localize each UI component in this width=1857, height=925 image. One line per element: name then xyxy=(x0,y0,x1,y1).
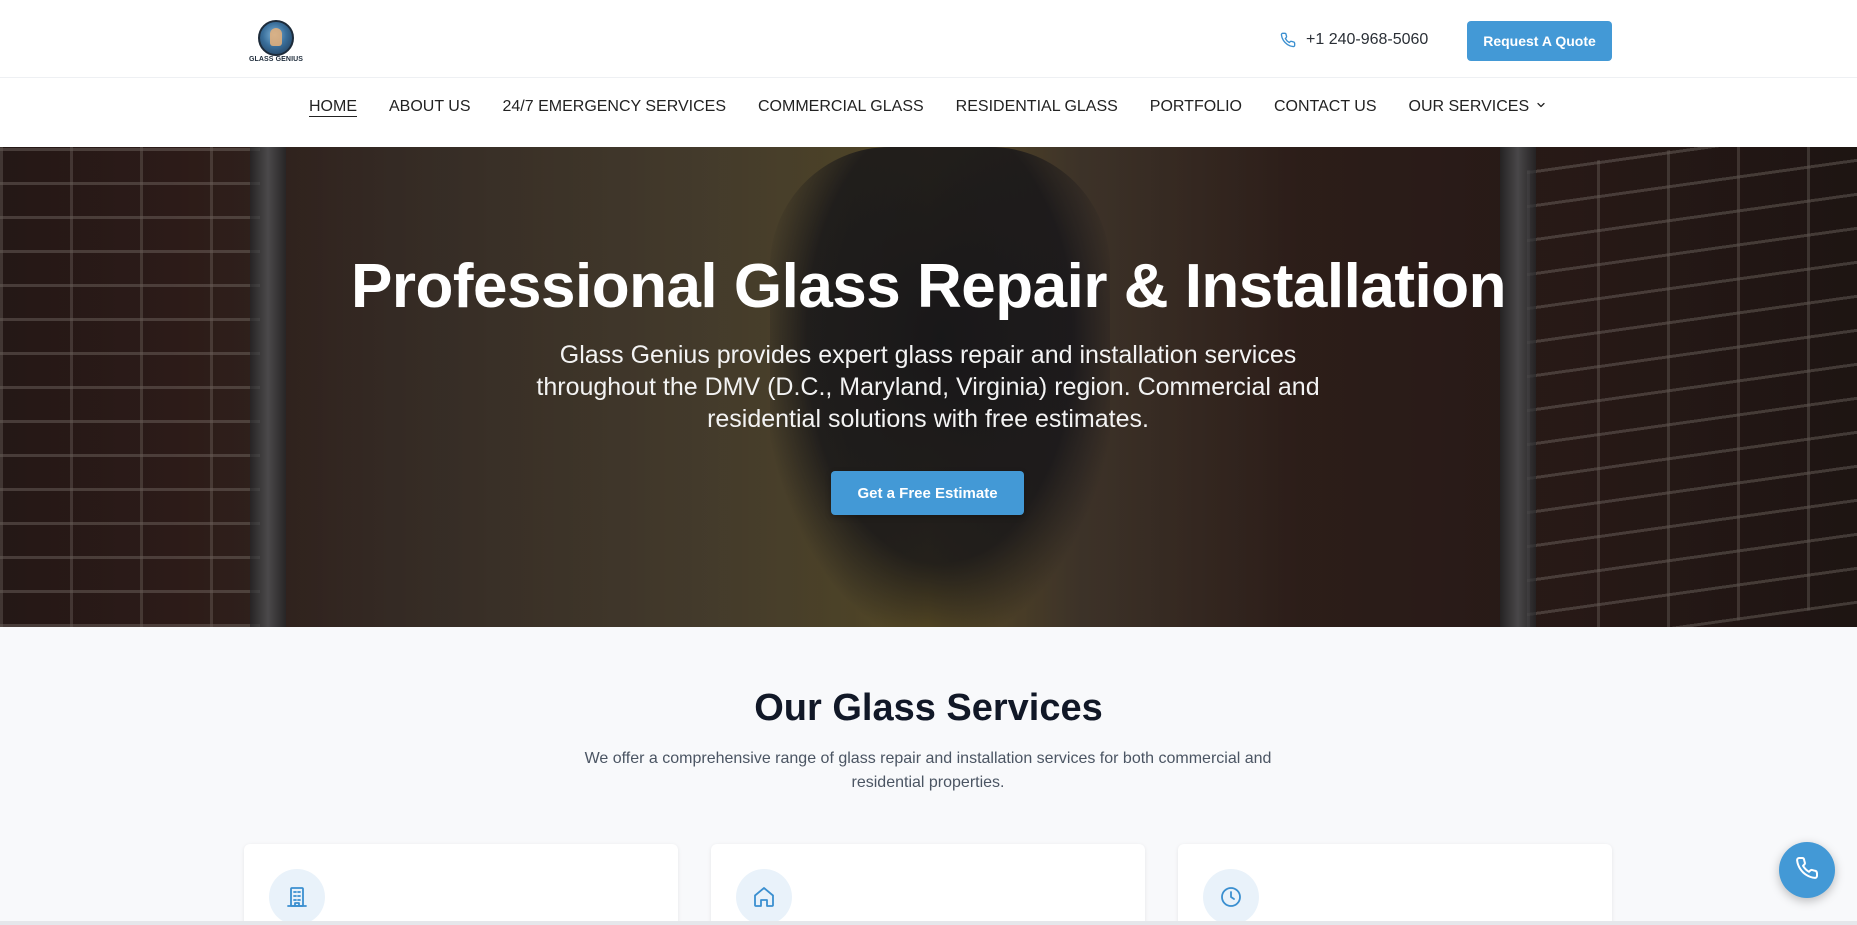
phone-number: +1 240-968-5060 xyxy=(1306,31,1429,48)
nav-item-contact-us[interactable]: CONTACT US xyxy=(1274,92,1377,122)
nav-item-emergency-services[interactable]: 24/7 EMERGENCY SERVICES xyxy=(503,92,727,122)
hero-section: Professional Glass Repair & Installation… xyxy=(0,147,1857,627)
nav-item-home[interactable]: HOME xyxy=(309,92,357,122)
service-card-emergency[interactable] xyxy=(1178,844,1612,925)
request-quote-button[interactable]: Request A Quote xyxy=(1467,21,1612,61)
logo[interactable]: GLASS GENIUS xyxy=(248,18,304,66)
clock-icon xyxy=(1203,869,1259,925)
logo-text: GLASS GENIUS xyxy=(248,56,304,63)
logo-emblem xyxy=(258,20,294,56)
floating-call-button[interactable] xyxy=(1779,842,1835,898)
hero-title: Professional Glass Repair & Installation xyxy=(351,252,1506,321)
nav-item-portfolio[interactable]: PORTFOLIO xyxy=(1150,92,1242,122)
services-subtitle: We offer a comprehensive range of glass … xyxy=(584,750,1272,791)
page-bottom-border xyxy=(0,921,1857,925)
top-bar: GLASS GENIUS +1 240-968-5060 Request A Q… xyxy=(0,0,1857,78)
nav-item-residential-glass[interactable]: RESIDENTIAL GLASS xyxy=(956,92,1118,122)
services-section: Our Glass Services We offer a comprehens… xyxy=(0,627,1857,925)
building-icon xyxy=(269,869,325,925)
nav-item-about-us[interactable]: ABOUT US xyxy=(389,92,471,122)
header-phone[interactable]: +1 240-968-5060 xyxy=(1280,28,1428,52)
phone-icon xyxy=(1795,856,1819,885)
home-icon xyxy=(736,869,792,925)
free-estimate-button[interactable]: Get a Free Estimate xyxy=(831,471,1024,515)
main-nav: HOME ABOUT US 24/7 EMERGENCY SERVICES CO… xyxy=(0,78,1857,147)
hero-subtitle: Glass Genius provides expert glass repai… xyxy=(536,341,1320,433)
services-title: Our Glass Services xyxy=(754,687,1103,729)
nav-item-commercial-glass[interactable]: COMMERCIAL GLASS xyxy=(758,92,924,122)
phone-icon xyxy=(1280,32,1296,48)
service-card-residential[interactable] xyxy=(711,844,1145,925)
chevron-down-icon xyxy=(1535,92,1547,122)
nav-item-our-services[interactable]: OUR SERVICES xyxy=(1409,92,1548,122)
service-card-commercial[interactable] xyxy=(244,844,678,925)
